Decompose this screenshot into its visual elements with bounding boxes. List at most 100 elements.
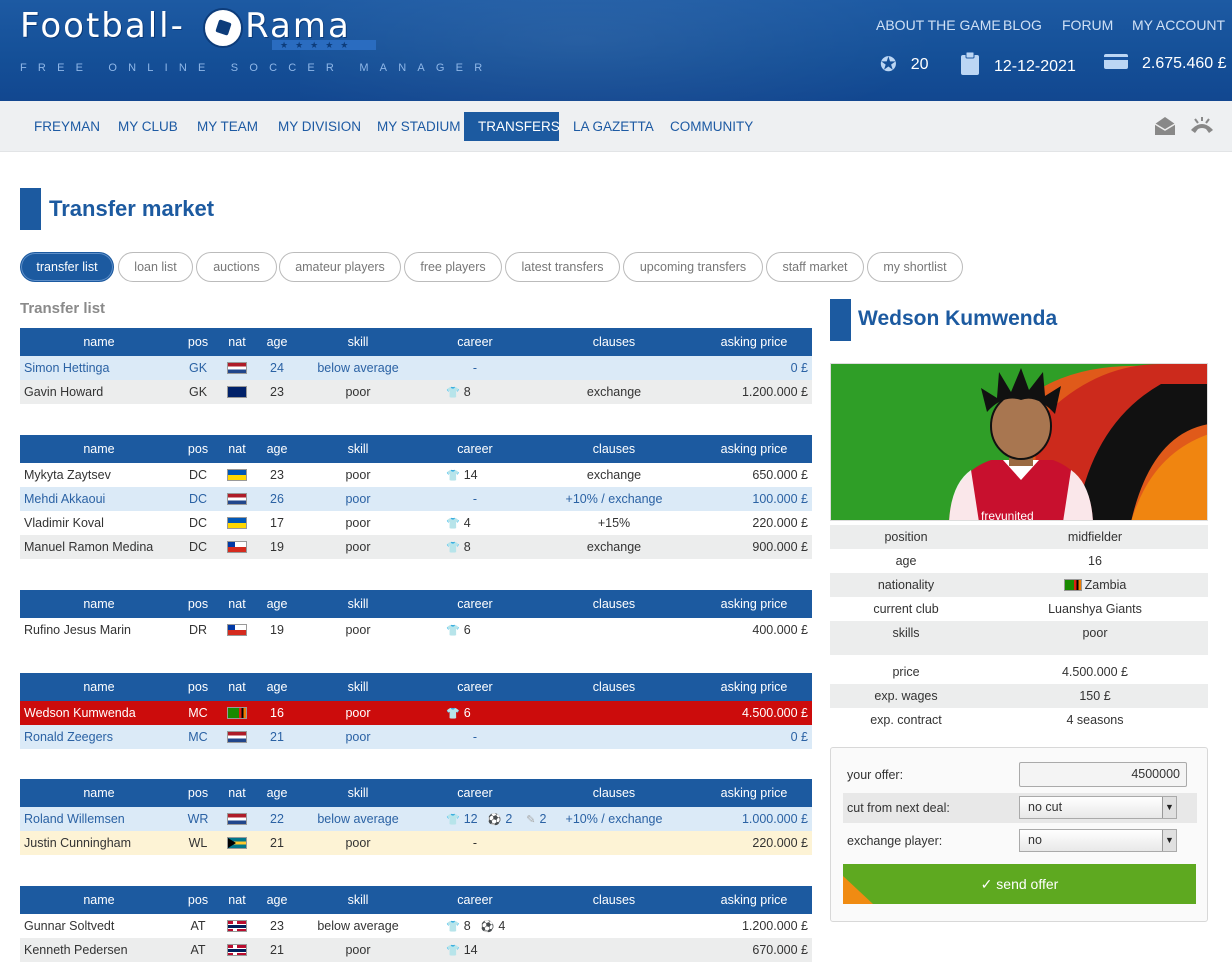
column-header-nat[interactable]: nat — [218, 435, 256, 463]
nav-my-division[interactable]: MY DIVISION — [264, 112, 375, 141]
forum-link[interactable]: FORUM — [1062, 17, 1113, 33]
about-the-game-link[interactable]: ABOUT THE GAME — [876, 17, 1001, 33]
column-header-name[interactable]: name — [20, 328, 178, 356]
column-header-price[interactable]: asking price — [696, 779, 812, 807]
table-row[interactable]: Justin Cunningham WL 21 poor - 220.000 £ — [20, 831, 812, 855]
table-row[interactable]: Ronald Zeegers MC 21 poor - 0 £ — [20, 725, 812, 749]
column-header-pos[interactable]: pos — [178, 673, 218, 701]
player-name-link[interactable]: Mehdi Akkaoui — [20, 487, 178, 511]
tab-staff-market[interactable]: staff market — [766, 252, 864, 282]
player-name-link[interactable]: Simon Hettinga — [20, 356, 178, 380]
column-header-career[interactable]: career — [418, 886, 532, 914]
column-header-clauses[interactable]: clauses — [532, 779, 696, 807]
column-header-age[interactable]: age — [256, 590, 298, 618]
cut-select[interactable]: no cut ▼ — [1019, 796, 1177, 819]
tab-amateur-players[interactable]: amateur players — [279, 252, 401, 282]
nav-my-stadium[interactable]: MY STADIUM — [363, 112, 475, 141]
nav-my-team[interactable]: MY TEAM — [183, 112, 272, 141]
tab-auctions[interactable]: auctions — [196, 252, 277, 282]
column-header-clauses[interactable]: clauses — [532, 673, 696, 701]
column-header-clauses[interactable]: clauses — [532, 590, 696, 618]
column-header-price[interactable]: asking price — [696, 886, 812, 914]
table-row[interactable]: Wedson Kumwenda MC 16 poor 👕 6 4.500.000 £ — [20, 701, 812, 725]
table-row[interactable]: Gavin Howard GK 23 poor 👕 8 exchange 1.200.000 … — [20, 380, 812, 404]
column-header-nat[interactable]: nat — [218, 328, 256, 356]
column-header-age[interactable]: age — [256, 673, 298, 701]
player-name-link[interactable]: Justin Cunningham — [20, 831, 178, 855]
table-row[interactable]: Vladimir Koval DC 17 poor 👕 4 +15% 220.000 £ — [20, 511, 812, 535]
column-header-skill[interactable]: skill — [298, 435, 418, 463]
nav-community[interactable]: COMMUNITY — [656, 112, 767, 141]
column-header-skill[interactable]: skill — [298, 328, 418, 356]
column-header-clauses[interactable]: clauses — [532, 886, 696, 914]
logout-phone-icon[interactable] — [1189, 116, 1213, 138]
tab-free-players[interactable]: free players — [404, 252, 502, 282]
table-row[interactable]: Simon Hettinga GK 24 below average - 0 £ — [20, 356, 812, 380]
column-header-age[interactable]: age — [256, 435, 298, 463]
column-header-name[interactable]: name — [20, 779, 178, 807]
column-header-age[interactable]: age — [256, 886, 298, 914]
player-name-link[interactable]: Manuel Ramon Medina — [20, 535, 178, 559]
column-header-skill[interactable]: skill — [298, 590, 418, 618]
exchange-select[interactable]: no ▼ — [1019, 829, 1177, 852]
tab-my-shortlist[interactable]: my shortlist — [867, 252, 963, 282]
player-name-link[interactable]: Kenneth Pedersen — [20, 938, 178, 962]
column-header-price[interactable]: asking price — [696, 328, 812, 356]
tab-upcoming-transfers[interactable]: upcoming transfers — [623, 252, 763, 282]
table-row[interactable]: Roland Willemsen WR 22 below average 👕 12 ⚽ 2 ✎ 2… — [20, 807, 812, 831]
column-header-name[interactable]: name — [20, 590, 178, 618]
column-header-pos[interactable]: pos — [178, 328, 218, 356]
table-row[interactable]: Mykyta Zaytsev DC 23 poor 👕 14 exchange 650.000… — [20, 463, 812, 487]
column-header-pos[interactable]: pos — [178, 886, 218, 914]
column-header-clauses[interactable]: clauses — [532, 328, 696, 356]
column-header-skill[interactable]: skill — [298, 673, 418, 701]
nav-my-club[interactable]: MY CLUB — [104, 112, 192, 141]
nav-la-gazetta[interactable]: LA GAZETTA — [559, 112, 668, 141]
your-offer-input[interactable]: 4500000 — [1019, 762, 1187, 787]
column-header-skill[interactable]: skill — [298, 886, 418, 914]
column-header-nat[interactable]: nat — [218, 673, 256, 701]
player-name-link[interactable]: Rufino Jesus Marin — [20, 618, 178, 642]
player-name-link[interactable]: Gunnar Soltvedt — [20, 914, 178, 938]
column-header-career[interactable]: career — [418, 590, 532, 618]
column-header-name[interactable]: name — [20, 673, 178, 701]
table-row[interactable]: Gunnar Soltvedt AT 23 below average 👕 8 ⚽ 4 1.20… — [20, 914, 812, 938]
player-name-link[interactable]: Wedson Kumwenda — [20, 701, 178, 725]
column-header-name[interactable]: name — [20, 435, 178, 463]
table-row[interactable]: Manuel Ramon Medina DC 19 poor 👕 8 exchange 900… — [20, 535, 812, 559]
column-header-age[interactable]: age — [256, 779, 298, 807]
nav-transfers[interactable]: TRANSFERS — [464, 112, 560, 141]
column-header-career[interactable]: career — [418, 779, 532, 807]
column-header-nat[interactable]: nat — [218, 590, 256, 618]
column-header-price[interactable]: asking price — [696, 590, 812, 618]
blog-link[interactable]: BLOG — [1003, 17, 1042, 33]
column-header-pos[interactable]: pos — [178, 435, 218, 463]
tab-loan-list[interactable]: loan list — [118, 252, 193, 282]
column-header-name[interactable]: name — [20, 886, 178, 914]
tab-transfer-list[interactable]: transfer list — [20, 252, 114, 282]
column-header-age[interactable]: age — [256, 328, 298, 356]
column-header-nat[interactable]: nat — [218, 886, 256, 914]
column-header-price[interactable]: asking price — [696, 673, 812, 701]
column-header-pos[interactable]: pos — [178, 779, 218, 807]
column-header-pos[interactable]: pos — [178, 590, 218, 618]
column-header-career[interactable]: career — [418, 435, 532, 463]
column-header-career[interactable]: career — [418, 673, 532, 701]
column-header-career[interactable]: career — [418, 328, 532, 356]
table-row[interactable]: Kenneth Pedersen AT 21 poor 👕 14 670.000 £ — [20, 938, 812, 962]
nav-freyman[interactable]: FREYMAN — [20, 112, 114, 141]
table-row[interactable]: Rufino Jesus Marin DR 19 poor 👕 6 400.000 £ — [20, 618, 812, 642]
column-header-nat[interactable]: nat — [218, 779, 256, 807]
tab-latest-transfers[interactable]: latest transfers — [505, 252, 620, 282]
my-account-link[interactable]: MY ACCOUNT — [1132, 17, 1225, 33]
player-name-link[interactable]: Vladimir Koval — [20, 511, 178, 535]
send-offer-button[interactable]: ✓ send offer — [843, 864, 1196, 904]
table-row[interactable]: Mehdi Akkaoui DC 26 poor - +10% / exchange 100… — [20, 487, 812, 511]
column-header-clauses[interactable]: clauses — [532, 435, 696, 463]
player-name-link[interactable]: Mykyta Zaytsev — [20, 463, 178, 487]
column-header-skill[interactable]: skill — [298, 779, 418, 807]
player-name-link[interactable]: Roland Willemsen — [20, 807, 178, 831]
column-header-price[interactable]: asking price — [696, 435, 812, 463]
mail-icon[interactable] — [1153, 116, 1177, 138]
player-name-link[interactable]: Ronald Zeegers — [20, 725, 178, 749]
